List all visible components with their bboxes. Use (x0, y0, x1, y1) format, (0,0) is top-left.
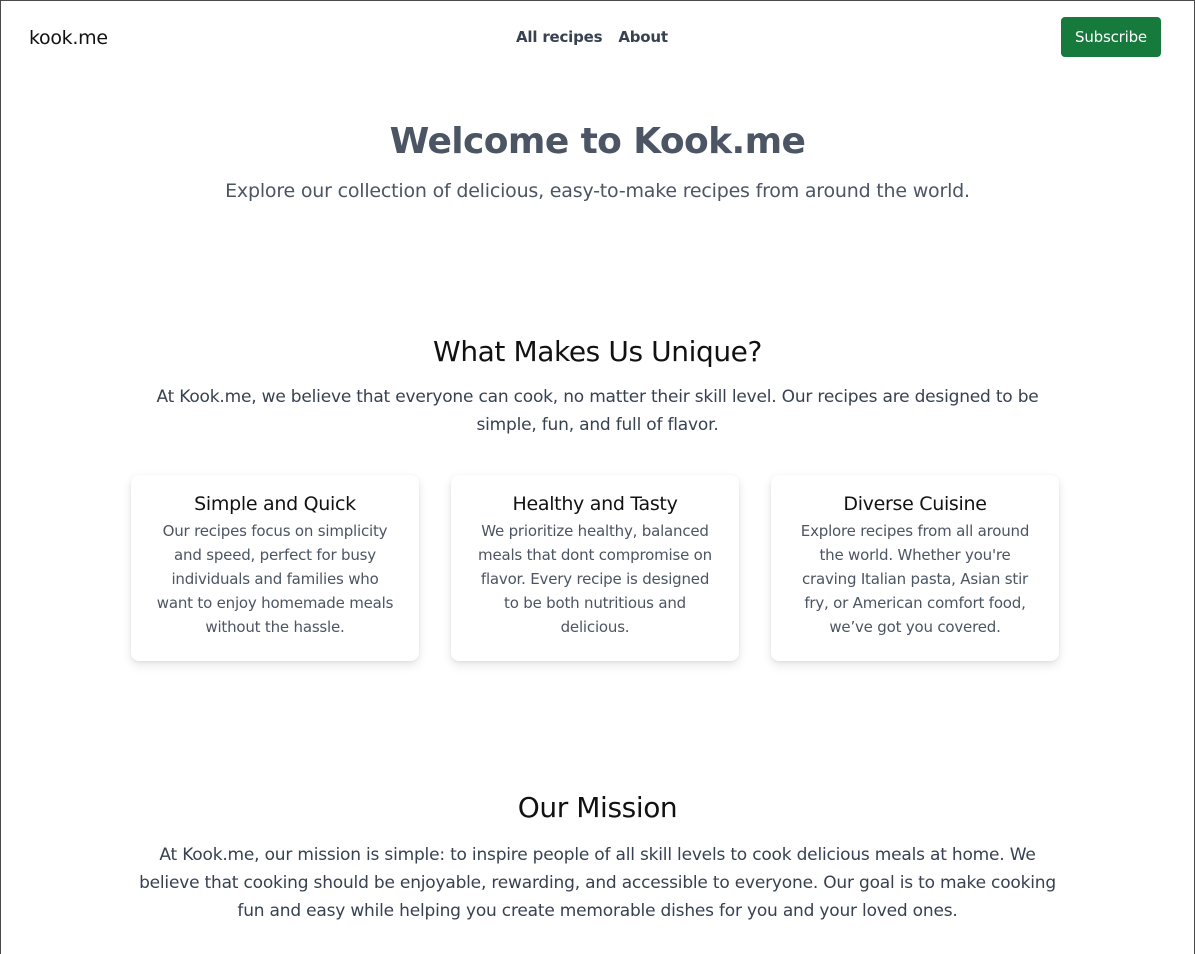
hero-title: Welcome to Kook.me (389, 121, 806, 162)
feature-card-diverse-cuisine: Diverse Cuisine Explore recipes from all… (771, 475, 1059, 661)
unique-title: What Makes Us Unique? (433, 335, 762, 368)
mission-text: At Kook.me, our mission is simple: to in… (139, 845, 1056, 921)
feature-card-healthy-tasty: Healthy and Tasty We prioritize healthy,… (451, 475, 739, 661)
feature-card-text: Explore recipes from all around the worl… (800, 522, 1030, 636)
subscribe-button[interactable]: Subscribe (1061, 17, 1161, 57)
hero-subtitle: Explore our collection of delicious, eas… (225, 180, 970, 202)
unique-section: What Makes Us Unique? At Kook.me, we bel… (1, 335, 1194, 661)
page: kook.me All recipes About Subscribe Welc… (0, 0, 1195, 954)
top-nav: kook.me All recipes About Subscribe (1, 1, 1194, 77)
site-logo[interactable]: kook.me (29, 27, 108, 49)
feature-card-text: Our recipes focus on simplicity and spee… (156, 522, 394, 636)
unique-intro: At Kook.me, we believe that everyone can… (156, 387, 1039, 435)
feature-card-title: Simple and Quick (194, 493, 356, 515)
feature-card-simple-quick: Simple and Quick Our recipes focus on si… (131, 475, 419, 661)
hero-section: Welcome to Kook.me Explore our collectio… (1, 121, 1194, 202)
nav-link-about[interactable]: About (618, 28, 668, 46)
mission-section: Our Mission At Kook.me, our mission is s… (1, 791, 1194, 925)
mission-title: Our Mission (517, 791, 678, 824)
feature-card-title: Healthy and Tasty (512, 493, 678, 515)
feature-cards: Simple and Quick Our recipes focus on si… (131, 475, 1059, 661)
nav-links: All recipes About (516, 28, 668, 46)
feature-card-text: We prioritize healthy, balanced meals th… (478, 522, 712, 636)
nav-link-all-recipes[interactable]: All recipes (516, 28, 603, 46)
feature-card-title: Diverse Cuisine (843, 493, 987, 515)
